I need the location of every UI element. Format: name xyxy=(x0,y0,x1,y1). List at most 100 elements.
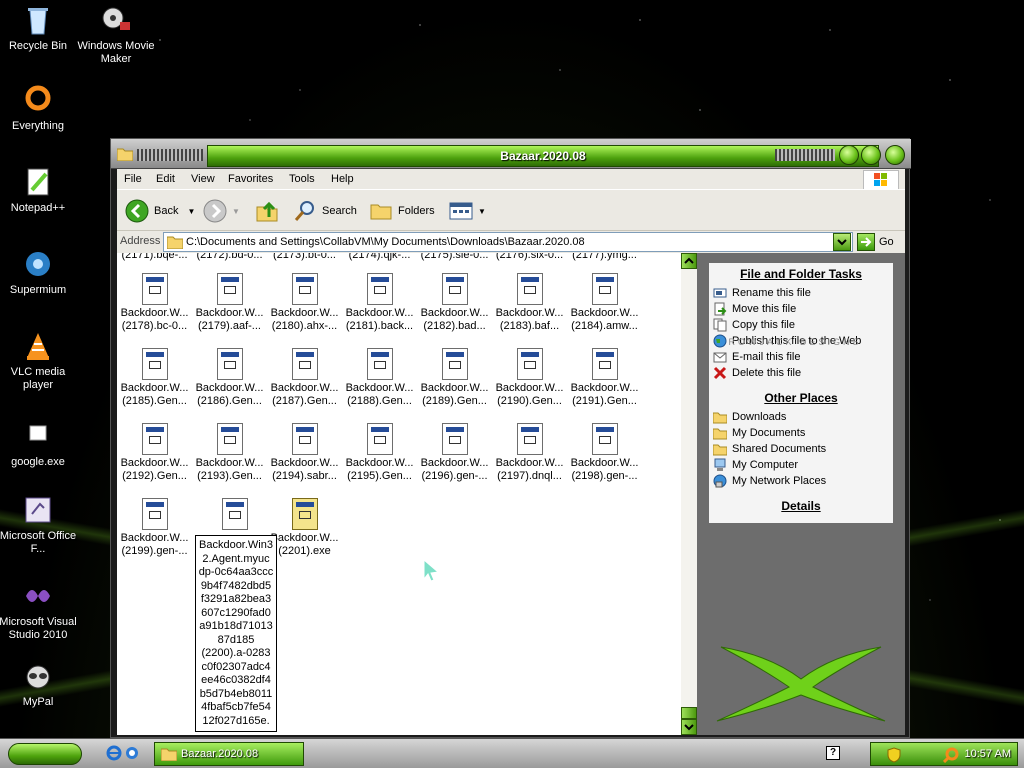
scroll-down-button[interactable] xyxy=(681,719,697,735)
email-file-link[interactable]: E-mail this file xyxy=(709,349,893,365)
file-item[interactable]: (2176).six-0... xyxy=(492,253,567,262)
back-button[interactable]: Back ▼ xyxy=(125,196,195,226)
menu-help[interactable]: Help xyxy=(331,173,354,185)
desktop-icon-movie-maker[interactable]: Windows Movie Maker xyxy=(76,4,156,66)
file-item[interactable]: Backdoor.W... (2184).amw... xyxy=(567,273,642,333)
forward-button[interactable]: ▼ xyxy=(203,196,240,226)
file-item[interactable]: Backdoor.W... (2194).sabr... xyxy=(267,423,342,483)
desktop-icon-notepad[interactable]: Notepad++ xyxy=(0,166,78,215)
address-dropdown-button[interactable] xyxy=(833,233,851,251)
file-item[interactable]: Backdoor.W... (2193).Gen... xyxy=(192,423,267,483)
place-my-computer[interactable]: My Computer xyxy=(709,457,893,473)
file-item-selected[interactable] xyxy=(197,498,272,532)
desktop-icon-label: Windows Movie Maker xyxy=(77,40,155,65)
scroll-thumb[interactable] xyxy=(681,707,697,719)
file-item[interactable]: Backdoor.W... (2201).exe xyxy=(267,498,342,558)
views-button[interactable]: ▼ xyxy=(449,196,486,226)
clock[interactable]: 10:57 AM xyxy=(965,748,1011,760)
file-item[interactable]: Backdoor.W... (2187).Gen... xyxy=(267,348,342,408)
file-item[interactable]: (2173).bt-0... xyxy=(267,253,342,262)
move-file-link[interactable]: Move this file xyxy=(709,301,893,317)
desktop-icon-google-exe[interactable]: google.exe xyxy=(0,420,78,469)
file-tasks-header[interactable]: File and Folder Tasks xyxy=(709,267,893,281)
file-name-label: Backdoor.W... xyxy=(345,457,414,469)
file-icon xyxy=(141,273,168,305)
file-item[interactable]: (2174).qjk-... xyxy=(342,253,417,262)
address-field[interactable]: C:\Documents and Settings\CollabVM\My Do… xyxy=(163,232,853,252)
desktop-icon-supermium[interactable]: Supermium xyxy=(0,248,78,297)
folder-icon xyxy=(713,428,727,440)
file-item[interactable]: Backdoor.W... (2178).bc-0... xyxy=(117,273,192,333)
place-label: Downloads xyxy=(732,411,787,423)
folder-icon xyxy=(713,412,727,424)
desktop-icon-everything[interactable]: Everything xyxy=(0,84,78,133)
file-item[interactable]: Backdoor.W... (2199).gen-... xyxy=(117,498,192,558)
desktop-icon-recycle-bin[interactable]: Recycle Bin xyxy=(0,4,78,53)
taskbar-window-button[interactable]: Bazaar.2020.08 xyxy=(154,742,304,766)
place-shared-documents[interactable]: Shared Documents xyxy=(709,441,893,457)
file-icon xyxy=(141,423,168,455)
menu-view[interactable]: View xyxy=(191,173,215,185)
search-tray-icon[interactable] xyxy=(943,747,959,763)
menu-favorites[interactable]: Favorites xyxy=(228,173,273,185)
file-item[interactable]: Backdoor.W... (2195).Gen... xyxy=(342,423,417,483)
menu-tools[interactable]: Tools xyxy=(289,173,315,185)
place-my-network[interactable]: My Network Places xyxy=(709,473,893,489)
maximize-button[interactable] xyxy=(861,145,881,165)
file-list[interactable]: (2171).bqe-... (2172).bd-0... (2173).bt-0.… xyxy=(117,253,681,735)
chevron-down-icon[interactable]: ▼ xyxy=(187,207,195,216)
file-item[interactable]: Backdoor.W... (2182).bad... xyxy=(417,273,492,333)
search-label: Search xyxy=(322,205,357,217)
file-item[interactable]: Backdoor.W... (2180).ahx-... xyxy=(267,273,342,333)
security-shield-icon[interactable] xyxy=(887,747,901,763)
file-item[interactable]: Backdoor.W... (2186).Gen... xyxy=(192,348,267,408)
other-places-header[interactable]: Other Places xyxy=(709,391,893,405)
file-item[interactable]: Backdoor.W... (2198).gen-... xyxy=(567,423,642,483)
file-item[interactable]: Backdoor.W... (2190).Gen... xyxy=(492,348,567,408)
help-icon[interactable]: ? xyxy=(826,746,840,760)
desktop-icon-visual-studio[interactable]: Microsoft Visual Studio 2010 xyxy=(0,580,78,642)
desktop-icon-vlc[interactable]: VLC media player xyxy=(0,330,78,392)
up-folder-button[interactable] xyxy=(255,196,279,226)
search-button[interactable]: Search xyxy=(293,196,357,226)
file-name-label: Backdoor.W... xyxy=(120,307,189,319)
copy-file-link[interactable]: Copy this file xyxy=(709,317,893,333)
scroll-up-button[interactable] xyxy=(681,253,697,269)
file-item[interactable]: Backdoor.W... (2179).aaf-... xyxy=(192,273,267,333)
file-item[interactable]: (2175).sie-0... xyxy=(417,253,492,262)
file-item[interactable]: Backdoor.W... (2188).Gen... xyxy=(342,348,417,408)
delete-file-link[interactable]: Delete this file xyxy=(709,365,893,381)
details-header[interactable]: Details xyxy=(709,499,893,513)
chevron-down-icon[interactable]: ▼ xyxy=(478,207,486,216)
file-item[interactable]: Backdoor.W... (2189).Gen... xyxy=(417,348,492,408)
file-item[interactable]: Backdoor.W... (2183).baf... xyxy=(492,273,567,333)
ie-icon[interactable] xyxy=(106,745,122,761)
file-icon xyxy=(291,348,318,380)
go-arrow-icon xyxy=(857,233,875,251)
minimize-button[interactable] xyxy=(839,145,859,165)
vertical-scrollbar[interactable] xyxy=(681,253,697,735)
file-item[interactable]: Backdoor.W... (2196).gen-... xyxy=(417,423,492,483)
place-my-documents[interactable]: My Documents xyxy=(709,425,893,441)
file-item[interactable]: (2177).ymg... xyxy=(567,253,642,262)
rename-file-link[interactable]: Rename this file xyxy=(709,285,893,301)
file-item[interactable]: (2171).bqe-... xyxy=(117,253,192,262)
quick-launch-icon[interactable] xyxy=(124,745,140,761)
file-item[interactable]: (2172).bd-0... xyxy=(192,253,267,262)
place-downloads[interactable]: Downloads xyxy=(709,409,893,425)
start-button[interactable] xyxy=(8,743,82,765)
file-item[interactable]: Backdoor.W... (2191).Gen... xyxy=(567,348,642,408)
menu-edit[interactable]: Edit xyxy=(156,173,175,185)
file-item[interactable]: Backdoor.W... (2185).Gen... xyxy=(117,348,192,408)
go-button[interactable]: Go xyxy=(857,233,894,251)
chevron-down-icon[interactable]: ▼ xyxy=(232,207,240,216)
title-bar[interactable]: Bazaar.2020.08 xyxy=(111,139,911,169)
file-item[interactable]: Backdoor.W... (2181).back... xyxy=(342,273,417,333)
desktop-icon-mypal[interactable]: MyPal xyxy=(0,660,78,709)
desktop-icon-office[interactable]: Microsoft Office F... xyxy=(0,494,78,556)
folders-button[interactable]: Folders xyxy=(369,196,435,226)
file-item[interactable]: Backdoor.W... (2192).Gen... xyxy=(117,423,192,483)
close-button[interactable] xyxy=(885,145,905,165)
file-item[interactable]: Backdoor.W... (2197).dnql... xyxy=(492,423,567,483)
menu-file[interactable]: File xyxy=(124,173,142,185)
